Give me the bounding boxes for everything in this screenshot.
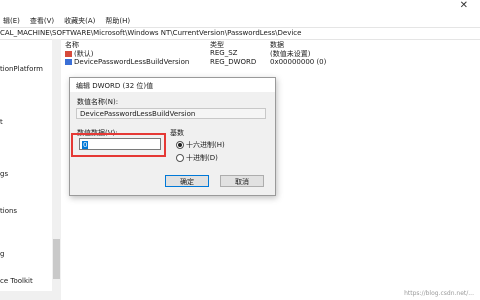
dword-value-icon — [65, 59, 72, 65]
tree-vertical-scrollbar[interactable] — [52, 39, 61, 291]
value-type: REG_SZ — [210, 49, 238, 57]
tree-node[interactable]: g — [0, 250, 4, 258]
menu-bar: 辑(E) 查看(V) 收藏夹(A) 帮助(H) — [0, 14, 480, 27]
radio-button-selected[interactable] — [176, 141, 184, 149]
radio-decimal[interactable]: 十进制(D) — [176, 153, 218, 163]
ok-button[interactable]: 确定 — [165, 175, 209, 187]
watermark: https://blog.csdn.net/... — [404, 290, 474, 297]
scrollbar-thumb[interactable] — [53, 239, 60, 279]
string-value-icon — [65, 51, 72, 57]
radio-button[interactable] — [176, 154, 184, 162]
menu-favorites[interactable]: 收藏夹(A) — [64, 16, 95, 26]
value-name: DevicePasswordLessBuildVersion — [74, 58, 190, 66]
tree-node[interactable]: ce Toolkit — [0, 277, 33, 285]
close-window-icon[interactable]: ✕ — [460, 0, 468, 11]
value-data-input[interactable]: 0 — [79, 138, 161, 150]
base-group-label: 基数 — [170, 129, 184, 137]
dialog-title: 编辑 DWORD (32 位)值 — [76, 82, 154, 90]
value-name-label: 数值名称(N): — [77, 98, 119, 106]
value-name-field: DevicePasswordLessBuildVersion — [76, 108, 266, 119]
value-data: 0x00000000 (0) — [270, 58, 327, 66]
value-data-selection: 0 — [82, 141, 89, 149]
tree-node[interactable]: tions — [0, 207, 17, 215]
cancel-button[interactable]: 取消 — [220, 175, 264, 187]
radio-hex[interactable]: 十六进制(H) — [176, 140, 225, 150]
menu-edit[interactable]: 辑(E) — [3, 16, 20, 26]
list-item[interactable]: DevicePasswordLessBuildVersion REG_DWORD… — [61, 58, 480, 68]
radio-hex-label: 十六进制(H) — [186, 141, 225, 149]
radio-decimal-label: 十进制(D) — [186, 154, 218, 162]
tree-node[interactable]: tionPlatform — [0, 65, 43, 73]
edit-dword-dialog: 编辑 DWORD (32 位)值 数值名称(N): DevicePassword… — [69, 77, 276, 196]
tree-node[interactable]: t — [0, 118, 3, 126]
registry-tree: tionPlatform t gs tions g ce Toolkit — [0, 39, 53, 291]
value-type: REG_DWORD — [210, 58, 257, 66]
tree-node[interactable]: gs — [0, 170, 8, 178]
menu-view[interactable]: 查看(V) — [30, 16, 54, 26]
tree-horizontal-scrollbar[interactable] — [0, 291, 61, 300]
menu-help[interactable]: 帮助(H) — [105, 16, 130, 26]
value-name: (默认) — [74, 50, 94, 58]
